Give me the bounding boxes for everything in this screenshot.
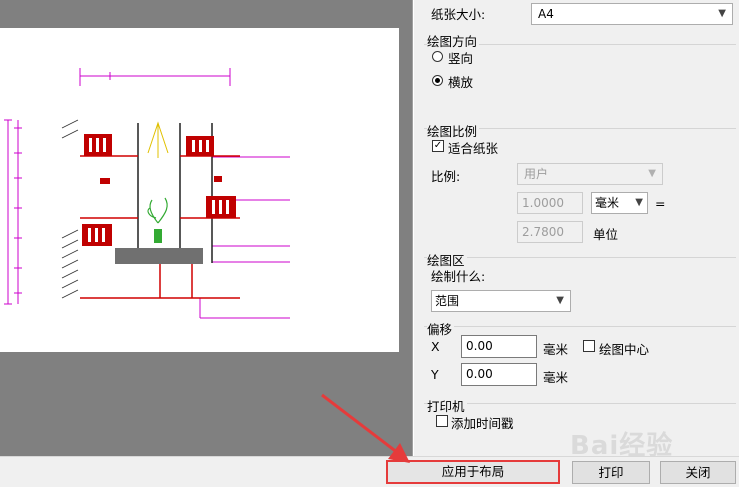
timestamp-label: 添加时间戳: [451, 416, 514, 431]
drawing-preview: [4, 68, 290, 319]
x-offset-field[interactable]: 0.00: [461, 335, 537, 358]
chevron-down-icon: ▼: [718, 8, 726, 19]
y-unit-label: 毫米: [543, 370, 569, 385]
plot-what-dropdown[interactable]: 范围 ▼: [431, 290, 571, 312]
ratio-value: 用户: [524, 167, 549, 181]
paper-size-label: 纸张大小:: [431, 7, 486, 22]
offset-group-title: 偏移: [427, 319, 455, 338]
red-arrow-icon: [321, 393, 410, 463]
paper-size-value: A4: [538, 7, 554, 21]
landscape-radio[interactable]: [432, 75, 443, 86]
ratio-unit-value: 毫米: [595, 196, 620, 210]
unit-label: 单位: [593, 227, 619, 242]
fit-paper-checkbox[interactable]: ✓: [432, 140, 444, 152]
plot-what-value: 范围: [435, 294, 460, 308]
printer-group-border: [424, 403, 736, 404]
x-unit-label: 毫米: [543, 342, 569, 357]
paper-size-dropdown[interactable]: A4 ▼: [531, 3, 733, 25]
timestamp-checkbox[interactable]: [436, 415, 448, 427]
portrait-label: 竖向: [448, 51, 474, 66]
offset-group-border: [424, 326, 736, 327]
fit-paper-label: 适合纸张: [448, 141, 499, 156]
y-label: Y: [431, 367, 439, 382]
plot-what-label: 绘制什么:: [431, 269, 486, 284]
chevron-down-icon: ▼: [635, 197, 643, 208]
equals-sign: =: [655, 196, 666, 211]
center-plot-label: 绘图中心: [599, 342, 650, 357]
ratio-unit-dropdown[interactable]: 毫米 ▼: [591, 192, 648, 214]
paper-preview: [0, 28, 399, 352]
ratio-label: 比例:: [431, 169, 461, 184]
landscape-label: 横放: [448, 75, 474, 90]
area-group-border: [424, 257, 736, 258]
y-offset-field[interactable]: 0.00: [461, 363, 537, 386]
print-button[interactable]: 打印: [572, 461, 650, 484]
center-plot-checkbox[interactable]: [583, 340, 595, 352]
chevron-down-icon: ▼: [556, 295, 564, 306]
close-button[interactable]: 关闭: [660, 461, 736, 484]
ratio-unit-field[interactable]: 2.7800: [517, 221, 583, 243]
portrait-radio[interactable]: [432, 51, 443, 62]
chevron-down-icon: ▼: [648, 168, 656, 179]
x-label: X: [431, 339, 440, 354]
ratio-mm-field[interactable]: 1.0000: [517, 192, 583, 214]
ratio-dropdown[interactable]: 用户 ▼: [517, 163, 663, 185]
